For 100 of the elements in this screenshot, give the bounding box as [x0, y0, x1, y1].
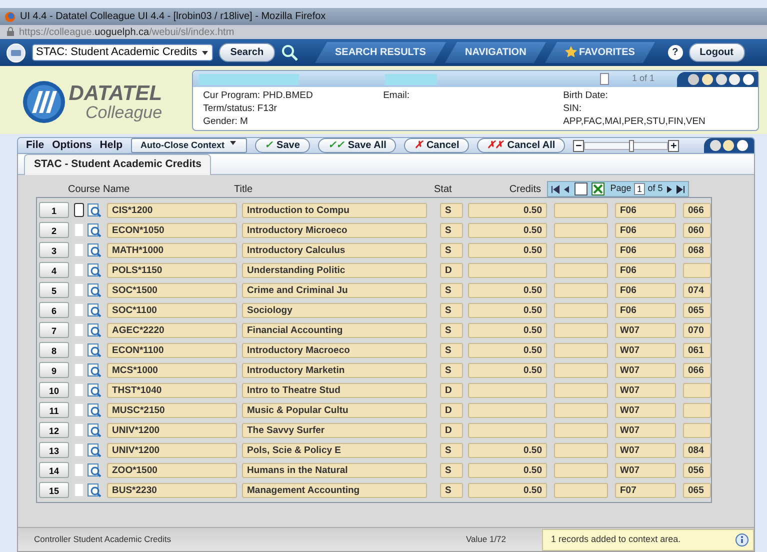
input-field[interactable]: 0.50: [468, 222, 547, 238]
circle-icon[interactable]: [729, 74, 740, 84]
input-field[interactable]: [554, 262, 608, 278]
input-field[interactable]: [683, 262, 711, 278]
magnifier-icon[interactable]: [87, 222, 102, 238]
row-number-button[interactable]: 15: [39, 482, 69, 498]
input-field[interactable]: W07: [615, 402, 676, 418]
input-field[interactable]: W07: [615, 442, 676, 458]
input-field[interactable]: 061: [683, 342, 711, 358]
input-field[interactable]: MUSC*2150: [107, 402, 237, 418]
previous-page-icon[interactable]: [562, 184, 572, 194]
input-field[interactable]: ECON*1050: [107, 222, 237, 238]
input-field[interactable]: D: [440, 402, 463, 418]
first-page-icon[interactable]: [550, 184, 560, 194]
input-field[interactable]: [554, 222, 608, 238]
input-field[interactable]: AGEC*2220: [107, 322, 237, 338]
magnifier-icon[interactable]: [87, 482, 102, 498]
circle-icon[interactable]: [702, 74, 713, 84]
logout-button[interactable]: Logout: [688, 43, 744, 62]
input-field[interactable]: S: [440, 222, 463, 238]
input-field[interactable]: UNIV*1200: [107, 422, 237, 438]
nav-tab[interactable]: FAVORITES: [545, 42, 656, 63]
input-field[interactable]: POLS*1150: [107, 262, 237, 278]
circle-icon[interactable]: [743, 74, 754, 84]
input-field[interactable]: W07: [615, 422, 676, 438]
input-field[interactable]: S: [440, 302, 463, 318]
input-field[interactable]: [554, 242, 608, 258]
input-field[interactable]: F06: [615, 242, 676, 258]
toolbar-button[interactable]: ✗ Cancel: [404, 138, 470, 153]
input-field[interactable]: Music & Popular Cultu: [242, 402, 427, 418]
input-field[interactable]: W07: [615, 322, 676, 338]
input-field[interactable]: Pols, Scie & Policy E: [242, 442, 427, 458]
input-field[interactable]: SOC*1100: [107, 302, 237, 318]
slider-plus-button[interactable]: +: [668, 140, 680, 152]
input-field[interactable]: F06: [615, 282, 676, 298]
magnifier-icon[interactable]: [87, 462, 102, 478]
magnifier-icon[interactable]: [87, 322, 102, 338]
input-field[interactable]: W07: [615, 462, 676, 478]
input-field[interactable]: [554, 462, 608, 478]
help-button[interactable]: ?: [668, 45, 683, 60]
input-field[interactable]: [554, 442, 608, 458]
magnifier-icon[interactable]: [87, 422, 102, 438]
input-field[interactable]: F06: [615, 222, 676, 238]
page-icon[interactable]: [574, 182, 588, 196]
input-field[interactable]: [554, 402, 608, 418]
input-field[interactable]: Financial Accounting: [242, 322, 427, 338]
input-field[interactable]: Introductory Macroeco: [242, 342, 427, 358]
row-number-button[interactable]: 12: [39, 422, 69, 438]
input-field[interactable]: D: [440, 262, 463, 278]
spreadsheet-icon[interactable]: [590, 182, 605, 196]
input-field[interactable]: Introductory Calculus: [242, 242, 427, 258]
magnifier-icon[interactable]: [87, 342, 102, 358]
input-field[interactable]: 0.50: [468, 282, 547, 298]
input-field[interactable]: [554, 382, 608, 398]
page-field[interactable]: 1: [634, 183, 646, 195]
address-bar[interactable]: https://colleague.uoguelph.ca/webui/sl/index.htm: [0, 25, 767, 39]
circle-icon[interactable]: [723, 140, 734, 151]
input-field[interactable]: 056: [683, 462, 711, 478]
row-number-button[interactable]: 5: [39, 282, 69, 298]
menu-item[interactable]: File: [26, 138, 44, 154]
input-field[interactable]: S: [440, 462, 463, 478]
input-field[interactable]: Introductory Marketin: [242, 362, 427, 378]
search-icon[interactable]: [280, 44, 299, 62]
row-number-button[interactable]: 11: [39, 402, 69, 418]
zoom-slider[interactable]: [584, 142, 668, 150]
input-field[interactable]: [554, 422, 608, 438]
row-number-button[interactable]: 10: [39, 382, 69, 398]
row-number-button[interactable]: 6: [39, 302, 69, 318]
input-field[interactable]: F06: [615, 202, 676, 218]
magnifier-icon[interactable]: [87, 242, 102, 258]
input-field[interactable]: 0.50: [468, 202, 547, 218]
input-field[interactable]: [683, 422, 711, 438]
input-field[interactable]: [554, 282, 608, 298]
row-number-button[interactable]: 7: [39, 322, 69, 338]
input-field[interactable]: F06: [615, 302, 676, 318]
next-page-icon[interactable]: [666, 184, 674, 194]
input-field[interactable]: 0.50: [468, 362, 547, 378]
nav-tab[interactable]: SEARCH RESULTS: [315, 42, 446, 63]
input-field[interactable]: The Savvy Surfer: [242, 422, 427, 438]
input-field[interactable]: S: [440, 342, 463, 358]
input-field[interactable]: 0.50: [468, 322, 547, 338]
input-field[interactable]: 066: [683, 202, 711, 218]
input-field[interactable]: [468, 402, 547, 418]
menu-item[interactable]: Options: [52, 138, 92, 154]
input-field[interactable]: [468, 382, 547, 398]
input-field[interactable]: ZOO*1500: [107, 462, 237, 478]
input-field[interactable]: Management Accounting: [242, 482, 427, 498]
input-field[interactable]: 0.50: [468, 342, 547, 358]
input-field[interactable]: W07: [615, 342, 676, 358]
input-field[interactable]: [683, 402, 711, 418]
input-field[interactable]: S: [440, 442, 463, 458]
magnifier-icon[interactable]: [87, 382, 102, 398]
magnifier-icon[interactable]: [87, 302, 102, 318]
magnifier-icon[interactable]: [87, 402, 102, 418]
input-field[interactable]: F06: [615, 262, 676, 278]
input-field[interactable]: Humans in the Natural: [242, 462, 427, 478]
input-field[interactable]: Introductory Microeco: [242, 222, 427, 238]
row-number-button[interactable]: 4: [39, 262, 69, 278]
input-field[interactable]: THST*1040: [107, 382, 237, 398]
row-number-button[interactable]: 8: [39, 342, 69, 358]
